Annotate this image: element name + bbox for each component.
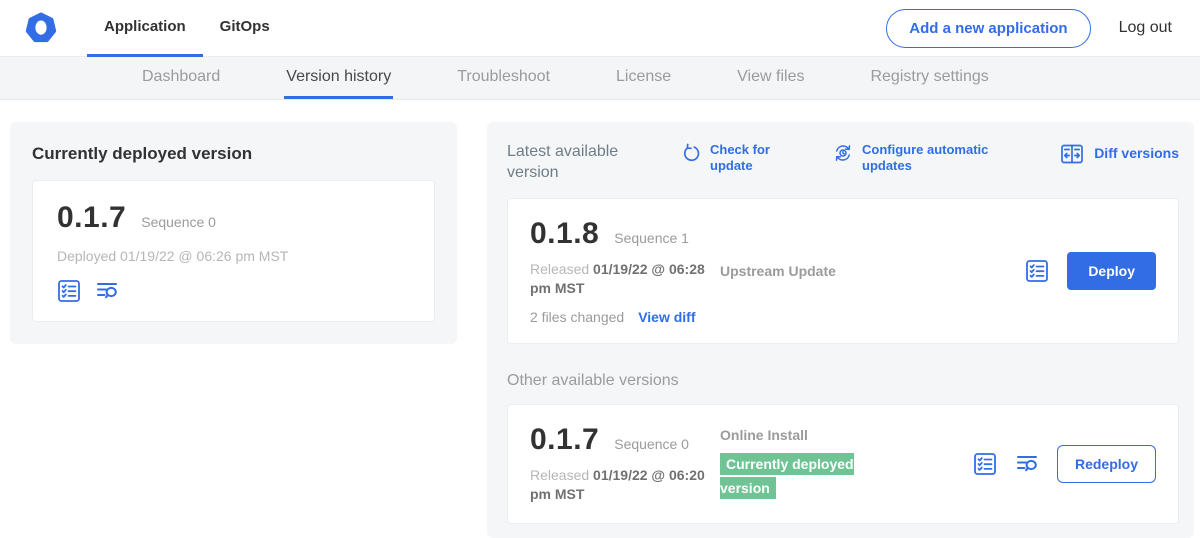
version-label: 0.1.7	[57, 201, 126, 235]
version-actions: Redeploy	[973, 445, 1156, 483]
auto-update-clock-icon	[833, 143, 853, 163]
deploy-button[interactable]: Deploy	[1067, 252, 1156, 290]
deployed-timestamp: Deployed 01/19/22 @ 06:26 pm MST	[57, 248, 410, 264]
refresh-icon	[681, 143, 701, 163]
subnav-tab-view-files[interactable]: View files	[735, 57, 806, 99]
configure-automatic-updates-button[interactable]: Configure automatic updates	[833, 142, 1001, 175]
status-badge: Currently deployed version	[720, 453, 854, 500]
source-label: Online Install	[720, 427, 973, 443]
currently-deployed-title: Currently deployed version	[32, 144, 435, 164]
sequence-label: Sequence 0	[614, 436, 689, 452]
app-sub-nav: Dashboard Version history Troubleshoot L…	[0, 57, 1200, 100]
version-source: Upstream Update	[718, 263, 1025, 279]
tab-application[interactable]: Application	[87, 0, 203, 57]
version-info: 0.1.8 Sequence 1 Released 01/19/22 @ 06:…	[530, 217, 718, 325]
version-label: 0.1.8	[530, 217, 599, 251]
released-prefix: Released	[530, 467, 589, 483]
version-info: 0.1.7 Sequence 0 Released 01/19/22 @ 06:…	[530, 423, 718, 505]
currently-deployed-card: 0.1.7 Sequence 0 Deployed 01/19/22 @ 06:…	[32, 180, 435, 322]
redeploy-button[interactable]: Redeploy	[1057, 445, 1156, 483]
subnav-tab-license[interactable]: License	[614, 57, 673, 99]
status-badge-wrap: Currently deployed version	[720, 452, 872, 501]
latest-available-title: Latest available version	[507, 142, 639, 184]
check-for-update-button[interactable]: Check for update	[681, 142, 787, 175]
released-timestamp: Released 01/19/22 @ 06:28 pm MST	[530, 260, 718, 299]
other-version-card: 0.1.7 Sequence 0 Released 01/19/22 @ 06:…	[507, 404, 1179, 524]
files-changed-label: 2 files changed	[530, 309, 624, 325]
released-timestamp: Released 01/19/22 @ 06:20 pm MST	[530, 466, 718, 505]
version-history-panel: Latest available version Check for updat…	[487, 122, 1194, 538]
diff-versions-button[interactable]: Diff versions	[1060, 142, 1179, 166]
check-for-update-label: Check for update	[710, 142, 787, 175]
version-action-icons	[57, 279, 410, 303]
version-label: 0.1.7	[530, 423, 599, 457]
add-application-button[interactable]: Add a new application	[886, 9, 1090, 48]
preflight-checks-icon[interactable]	[57, 279, 81, 303]
preflight-checks-icon[interactable]	[973, 452, 997, 476]
configure-automatic-updates-label: Configure automatic updates	[862, 142, 1001, 175]
subnav-tab-version-history[interactable]: Version history	[284, 57, 393, 99]
version-actions: Deploy	[1025, 252, 1156, 290]
sequence-label: Sequence 1	[614, 230, 689, 246]
main-content: Currently deployed version 0.1.7 Sequenc…	[0, 100, 1200, 538]
version-source: Online Install Currently deployed versio…	[718, 427, 973, 501]
sequence-label: Sequence 0	[141, 214, 216, 230]
subnav-tab-troubleshoot[interactable]: Troubleshoot	[455, 57, 552, 99]
subnav-tab-dashboard[interactable]: Dashboard	[140, 57, 222, 99]
version-history-header: Latest available version Check for updat…	[507, 142, 1179, 184]
latest-version-card: 0.1.8 Sequence 1 Released 01/19/22 @ 06:…	[507, 198, 1179, 344]
version-row: 0.1.7 Sequence 0	[57, 201, 410, 235]
view-logs-icon[interactable]	[95, 279, 119, 303]
diff-icon	[1060, 142, 1084, 166]
top-nav-tabs: Application GitOps	[87, 0, 287, 57]
logout-button[interactable]: Log out	[1119, 19, 1172, 37]
preflight-checks-icon[interactable]	[1025, 259, 1049, 283]
kots-logo-icon	[25, 12, 57, 44]
diff-versions-label: Diff versions	[1094, 145, 1179, 163]
view-diff-link[interactable]: View diff	[638, 309, 695, 325]
subnav-tab-registry-settings[interactable]: Registry settings	[868, 57, 990, 99]
tab-gitops[interactable]: GitOps	[203, 0, 287, 57]
released-prefix: Released	[530, 261, 589, 277]
top-nav: Application GitOps Add a new application…	[0, 0, 1200, 57]
top-nav-right: Add a new application Log out	[886, 9, 1172, 48]
other-versions-label: Other available versions	[507, 372, 1179, 390]
source-label: Upstream Update	[720, 263, 836, 279]
view-logs-icon[interactable]	[1015, 452, 1039, 476]
currently-deployed-panel: Currently deployed version 0.1.7 Sequenc…	[10, 122, 457, 344]
